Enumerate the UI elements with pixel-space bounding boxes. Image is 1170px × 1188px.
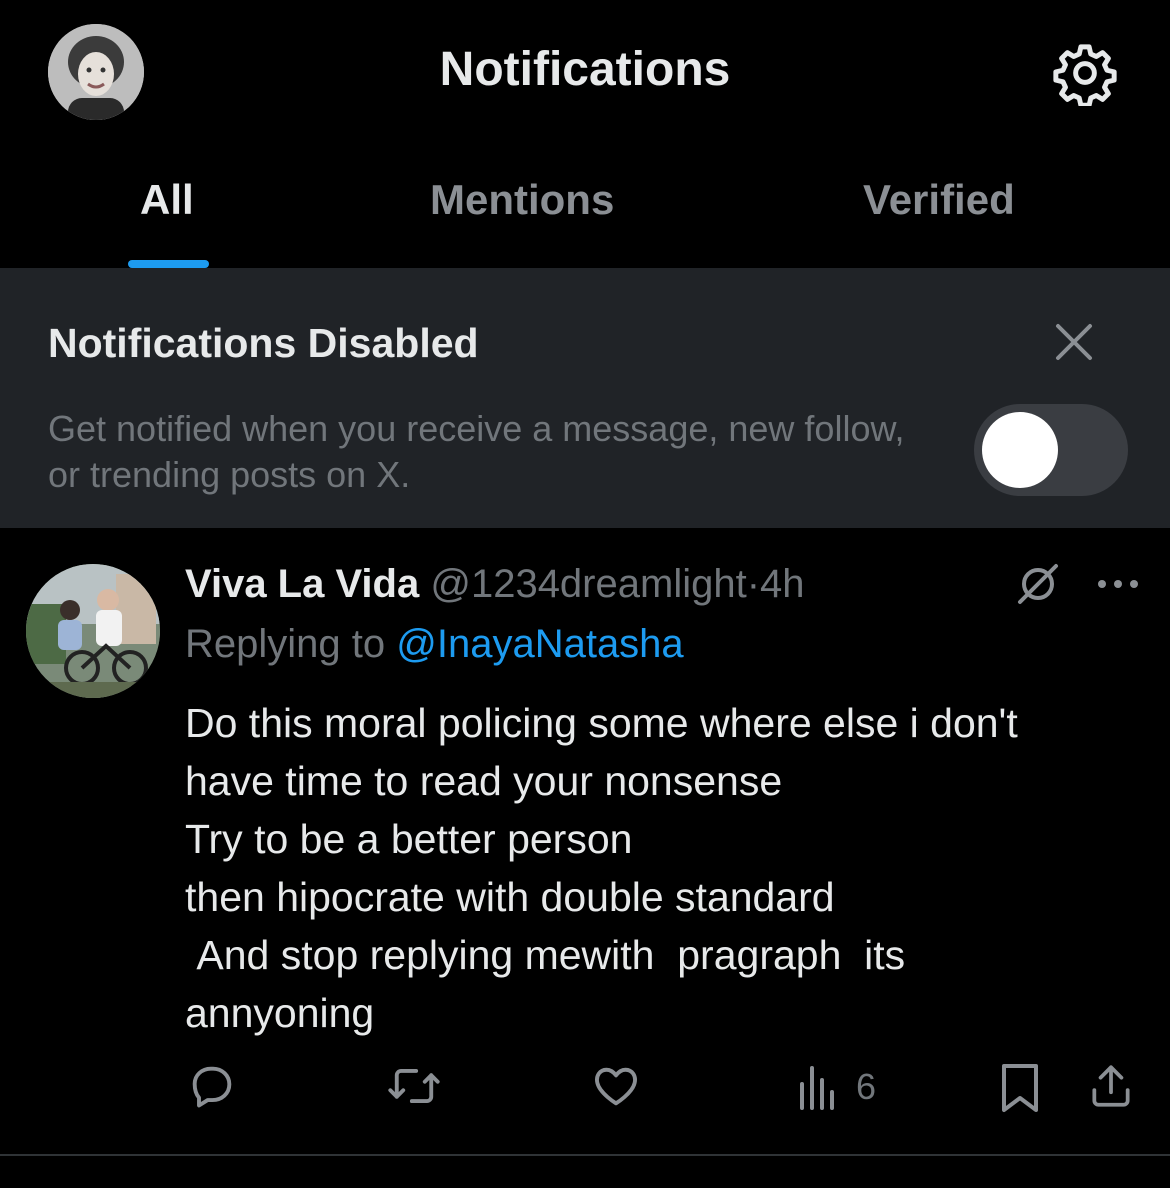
bookmark-icon[interactable] — [998, 1060, 1042, 1116]
more-icon[interactable] — [1096, 568, 1140, 600]
author-handle[interactable]: @1234dreamlight — [430, 562, 746, 606]
post-avatar-photo — [26, 564, 160, 698]
active-tab-indicator — [128, 260, 209, 268]
post-actions: 6 — [0, 1060, 1170, 1120]
notifications-toggle[interactable] — [974, 404, 1128, 496]
page-title: Notifications — [439, 43, 731, 96]
post-time[interactable]: 4h — [760, 562, 805, 606]
banner-description: Get notified when you receive a message,… — [48, 408, 905, 495]
avatar[interactable] — [26, 564, 160, 698]
close-icon[interactable] — [1050, 318, 1098, 366]
tab-verified[interactable]: Verified — [863, 176, 1015, 224]
repost-icon[interactable] — [386, 1060, 442, 1116]
top-bar: Notifications — [0, 0, 1170, 140]
post-header: Viva La Vida @1234dreamlight·4h — [185, 562, 805, 607]
replying-to-label: Replying to — [185, 622, 397, 666]
views-count: 6 — [856, 1066, 877, 1107]
tab-all[interactable]: All — [140, 176, 194, 224]
notifications-disabled-banner: Notifications Disabled Get notified when… — [0, 268, 1170, 528]
gear-icon[interactable] — [1052, 40, 1118, 108]
grok-icon[interactable] — [1014, 560, 1062, 608]
like-icon[interactable] — [590, 1060, 642, 1116]
reply-icon[interactable] — [186, 1060, 238, 1116]
post-text: Do this moral policing some where else i… — [185, 700, 1018, 1036]
mention-link[interactable]: @InayaNatasha — [396, 622, 683, 666]
views-button[interactable]: 6 — [796, 1060, 876, 1116]
banner-title: Notifications Disabled — [48, 320, 479, 366]
views-icon — [800, 1066, 834, 1110]
replying-to: Replying to @InayaNatasha — [185, 622, 684, 667]
share-icon[interactable] — [1086, 1060, 1136, 1116]
post-divider — [0, 1154, 1170, 1156]
tab-mentions[interactable]: Mentions — [430, 176, 614, 224]
toggle-knob — [982, 412, 1058, 488]
meta-separator: · — [746, 562, 761, 606]
notification-tabs: All Mentions Verified — [0, 140, 1170, 268]
author-name[interactable]: Viva La Vida — [185, 562, 419, 606]
